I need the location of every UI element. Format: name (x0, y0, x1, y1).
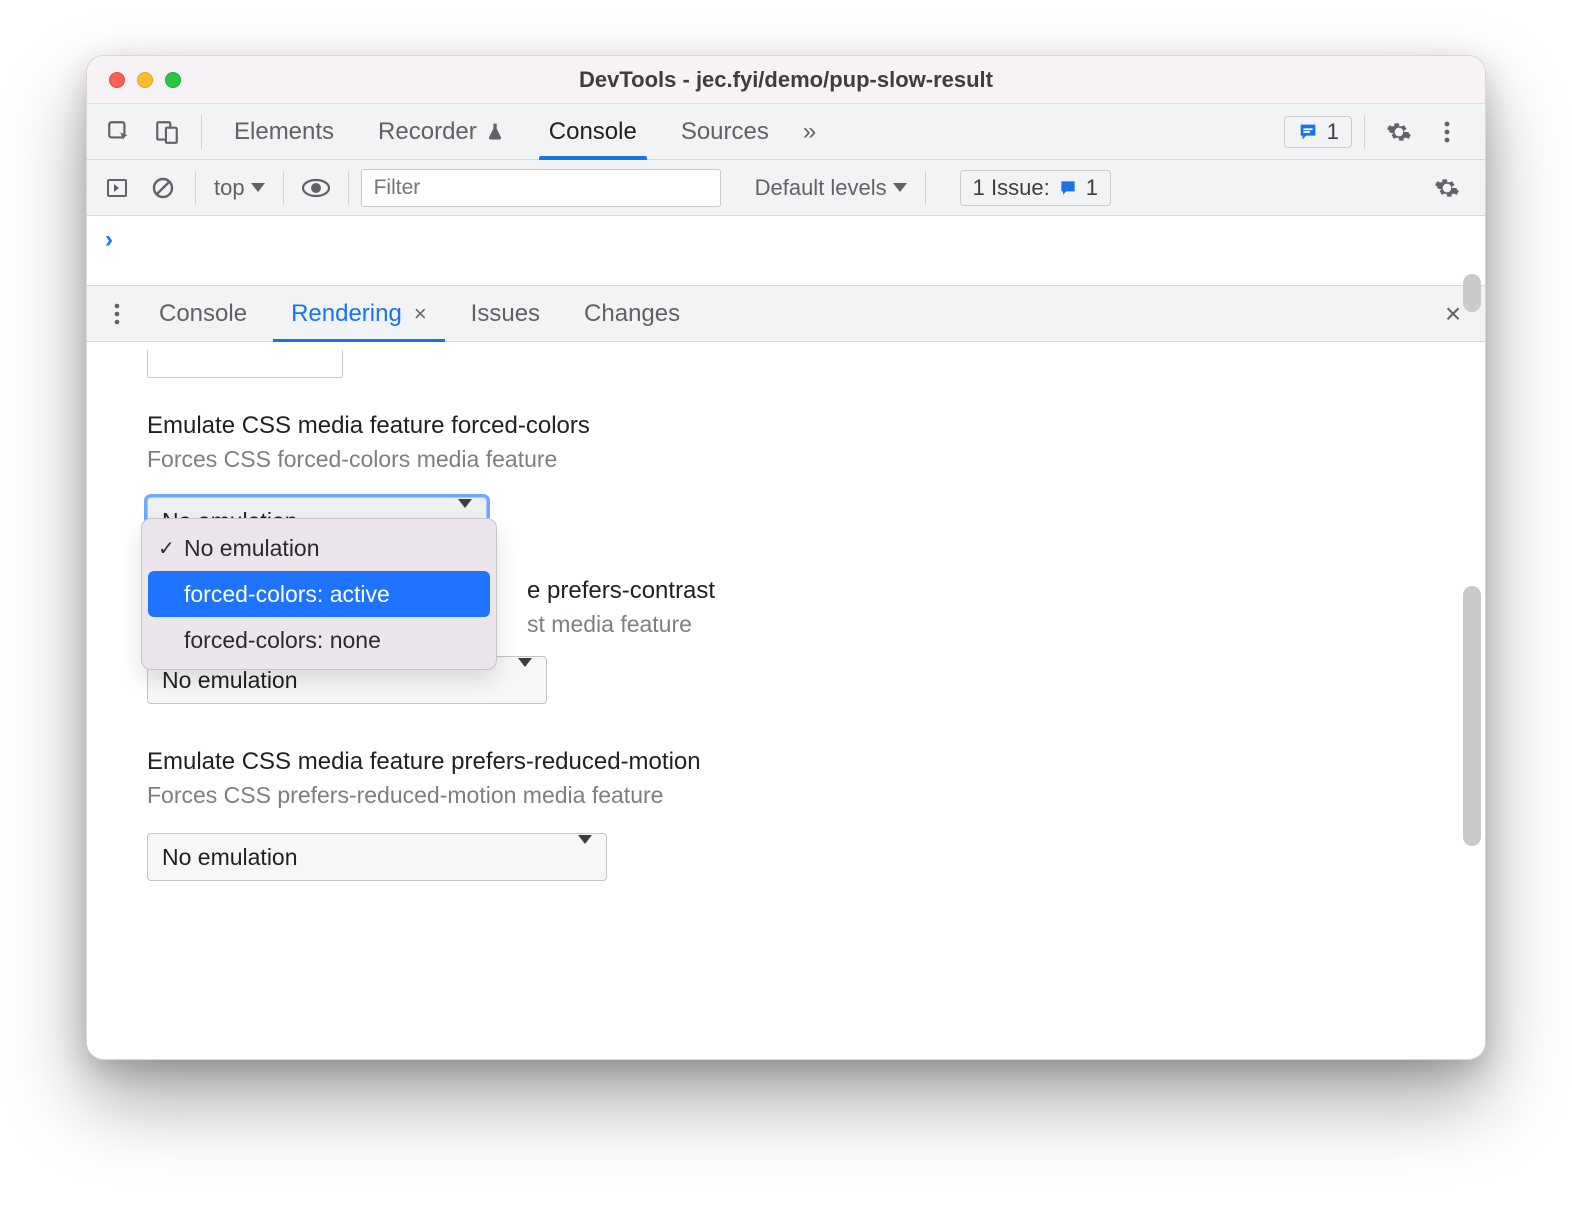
tab-label: Recorder (378, 118, 477, 146)
select-value: No emulation (162, 844, 298, 871)
close-window-button[interactable] (109, 72, 125, 88)
chat-icon (1058, 178, 1078, 198)
scrollbar[interactable] (1463, 274, 1483, 1044)
setting-description: Forces CSS prefers-reduced-motion media … (147, 782, 1425, 809)
console-issues-pill[interactable]: 1 Issue: 1 (960, 170, 1111, 206)
traffic-lights (109, 72, 181, 88)
tab-recorder[interactable]: Recorder (358, 104, 525, 160)
tab-label: Sources (681, 118, 769, 146)
clear-console-icon[interactable] (143, 168, 183, 208)
toolbar-divider (1364, 115, 1365, 149)
setting-prefers-reduced-motion: Emulate CSS media feature prefers-reduce… (147, 748, 1425, 881)
console-settings-button[interactable] (1425, 168, 1469, 208)
drawer-tab-changes[interactable]: Changes (562, 286, 702, 342)
zoom-window-button[interactable] (165, 72, 181, 88)
check-icon: ✓ (158, 536, 175, 561)
issue-count: 1 (1327, 119, 1339, 145)
settings-button[interactable] (1377, 112, 1421, 152)
previous-select-partial[interactable] (147, 350, 343, 378)
option-label: forced-colors: active (184, 581, 390, 608)
drawer-tab-issues[interactable]: Issues (449, 286, 562, 342)
console-prompt-area[interactable]: › (87, 216, 1485, 286)
tab-label: Console (159, 300, 247, 328)
setting-title: Emulate CSS media feature forced-colors (147, 412, 1425, 440)
devtools-toolbar: Elements Recorder Console Sources » (87, 104, 1485, 160)
toggle-sidebar-icon[interactable] (97, 168, 137, 208)
close-tab-icon[interactable]: × (414, 301, 427, 327)
live-expression-icon[interactable] (296, 168, 336, 208)
prefers-reduced-motion-select[interactable]: No emulation (147, 833, 607, 881)
option-label: No emulation (184, 535, 320, 562)
tab-label: Changes (584, 300, 680, 328)
tab-label: Rendering (291, 300, 402, 328)
drawer-tabstrip: Console Rendering × Issues Changes × (87, 286, 1485, 342)
toolbar-divider (925, 171, 926, 205)
toggle-device-toolbar-icon[interactable] (145, 112, 189, 152)
execution-context-select[interactable]: top (208, 175, 271, 201)
tab-label: Elements (234, 118, 334, 146)
chevron-down-icon (251, 183, 265, 192)
toolbar-divider (283, 171, 284, 205)
chevron-down-icon (518, 667, 532, 694)
toolbar-divider (201, 115, 202, 149)
flask-icon (485, 121, 505, 143)
setting-description: Forces CSS forced-colors media feature (147, 446, 1425, 473)
more-tabs-button[interactable]: » (793, 104, 826, 160)
close-icon: × (1445, 298, 1461, 329)
drawer-tab-rendering[interactable]: Rendering × (269, 286, 449, 342)
console-toolbar: top Default levels 1 Issue: 1 (87, 160, 1485, 216)
context-label: top (214, 175, 245, 201)
select-value: No emulation (162, 667, 298, 694)
forced-colors-dropdown: ✓ No emulation forced-colors: active for… (141, 518, 497, 670)
chat-icon (1297, 121, 1319, 143)
more-glyph: » (803, 118, 816, 146)
dropdown-option-no-emulation[interactable]: ✓ No emulation (148, 525, 490, 571)
more-options-button[interactable] (1425, 112, 1469, 152)
issues-count: 1 (1086, 175, 1098, 201)
tab-label: Issues (471, 300, 540, 328)
setting-title: Emulate CSS media feature prefers-reduce… (147, 748, 1425, 776)
dropdown-option-forced-colors-active[interactable]: forced-colors: active (148, 571, 490, 617)
tab-console[interactable]: Console (529, 104, 657, 160)
devtools-window: DevTools - jec.fyi/demo/pup-slow-result … (86, 55, 1486, 1060)
prompt-chevron-icon: › (105, 226, 113, 254)
tab-elements[interactable]: Elements (214, 104, 354, 160)
tab-label: Console (549, 118, 637, 146)
console-filter-input[interactable] (361, 169, 721, 207)
window-titlebar: DevTools - jec.fyi/demo/pup-slow-result (87, 56, 1485, 104)
toolbar-divider (348, 171, 349, 205)
toolbar-divider (195, 171, 196, 205)
issues-label: 1 Issue: (973, 175, 1050, 201)
option-label: forced-colors: none (184, 627, 381, 654)
drawer-tab-console[interactable]: Console (137, 286, 269, 342)
drawer-more-button[interactable] (97, 302, 137, 326)
rendering-panel: Emulate CSS media feature forced-colors … (87, 342, 1485, 1059)
chevron-down-icon (893, 183, 907, 192)
log-levels-select[interactable]: Default levels (749, 175, 913, 201)
tab-sources[interactable]: Sources (661, 104, 789, 160)
levels-label: Default levels (755, 175, 887, 201)
inspect-element-icon[interactable] (97, 112, 141, 152)
minimize-window-button[interactable] (137, 72, 153, 88)
scrollbar-thumb[interactable] (1463, 274, 1481, 312)
chevron-down-icon (578, 844, 592, 871)
window-title: DevTools - jec.fyi/demo/pup-slow-result (87, 67, 1485, 93)
scrollbar-thumb[interactable] (1463, 586, 1481, 846)
dropdown-option-forced-colors-none[interactable]: forced-colors: none (148, 617, 490, 663)
issues-indicator[interactable]: 1 (1284, 116, 1352, 148)
